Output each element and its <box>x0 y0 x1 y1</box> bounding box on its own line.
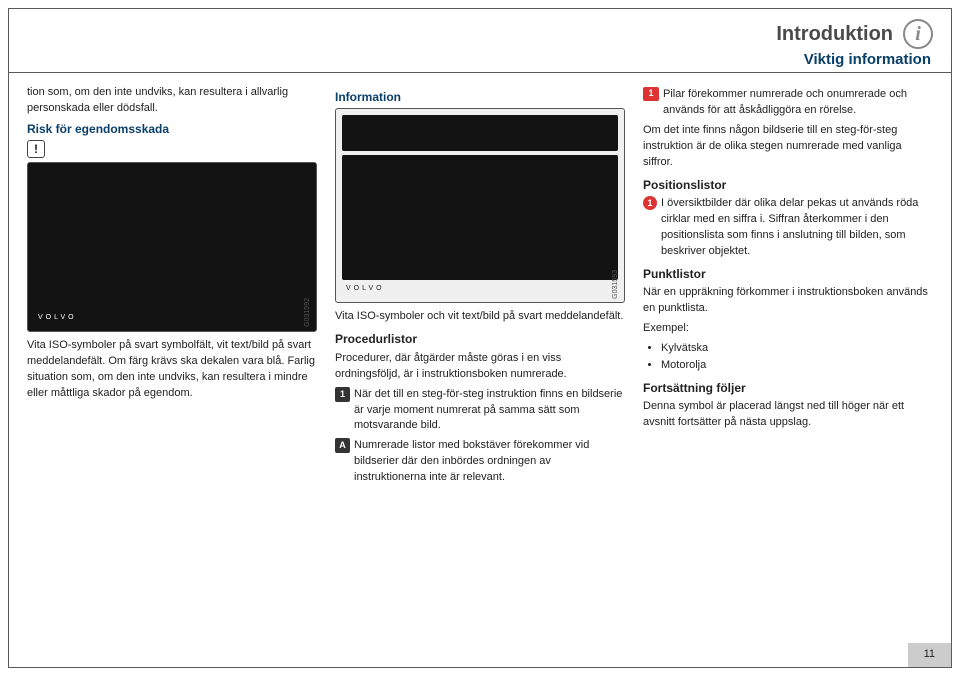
list-item: Motorolja <box>661 358 933 374</box>
list-item: Kylvätska <box>661 341 933 357</box>
pilar-more: Om det inte finns någon bildserie till e… <box>643 123 933 171</box>
page-number: 11 <box>908 643 951 667</box>
exempel-label: Exempel: <box>643 321 933 337</box>
proc-body: Procedurer, där åtgärder måste göras i e… <box>335 351 625 383</box>
step-1-text: När det till en steg-för-steg instruktio… <box>354 387 625 435</box>
caution-icon: ! <box>27 140 45 158</box>
position-badge-1: 1 <box>643 196 657 210</box>
heading-procedurlistor: Procedurlistor <box>335 331 625 348</box>
image-id-2: G031593 <box>611 270 621 299</box>
section-subhead: Viktig information <box>9 49 951 73</box>
column-1: tion som, om den inte undviks, kan resul… <box>27 85 317 490</box>
punktlistor-body: När en uppräkning förkommer i instruktio… <box>643 285 933 317</box>
info-icon: i <box>903 19 933 49</box>
heading-positionslistor: Positionslistor <box>643 177 933 194</box>
step-badge-1: 1 <box>335 387 350 402</box>
placeholder-image-1: VOLVO G031592 <box>27 162 317 332</box>
intro-text: tion som, om den inte undviks, kan resul… <box>27 85 317 117</box>
arrow-badge: 1 <box>643 87 659 101</box>
page-title: Introduktion <box>776 20 893 49</box>
bullet-list: Kylvätska Motorolja <box>643 341 933 374</box>
step-badge-a: A <box>335 438 350 453</box>
heading-information: Information <box>335 89 625 106</box>
column-3: 1 Pilar förekommer numrerade och onumrer… <box>643 85 933 490</box>
image-id-1: G031592 <box>303 298 313 327</box>
placeholder-image-2: VOLVO G031593 <box>335 108 625 303</box>
positionslistor-text: I översiktbilder där olika delar pekas u… <box>661 196 933 260</box>
brand-logo: VOLVO <box>346 284 385 294</box>
brand-logo: VOLVO <box>38 313 77 323</box>
pilar-text: Pilar förekommer numrerade och onumrerad… <box>663 87 933 119</box>
heading-punktlistor: Punktlistor <box>643 266 933 283</box>
caption-2: Vita ISO-symboler och vit text/bild på s… <box>335 309 625 325</box>
heading-fortsattning: Fortsättning följer <box>643 380 933 397</box>
heading-risk: Risk för egendomsskada <box>27 121 317 138</box>
column-2: Information VOLVO G031593 Vita ISO-symbo… <box>335 85 625 490</box>
fortsattning-body: Denna symbol är placerad längst ned till… <box>643 399 933 431</box>
caption-1: Vita ISO-symboler på svart symbolfält, v… <box>27 338 317 402</box>
step-a-text: Numrerade listor med bokstäver förekomme… <box>354 438 625 486</box>
